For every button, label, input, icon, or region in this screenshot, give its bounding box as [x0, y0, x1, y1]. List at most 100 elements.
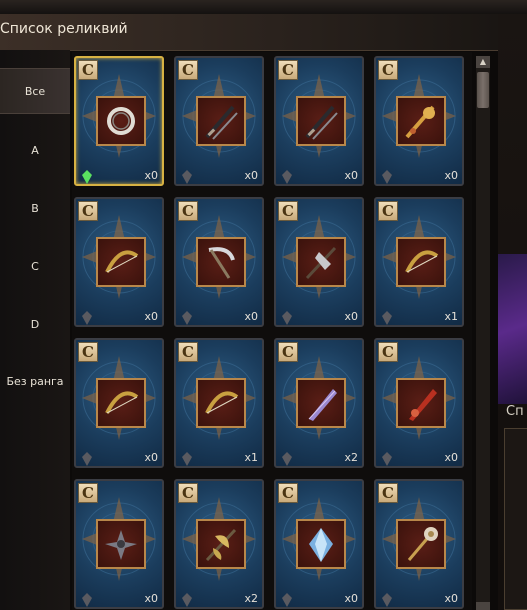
gem-icon [82, 452, 92, 466]
gem-icon [82, 593, 92, 607]
gem-icon [282, 311, 292, 325]
relic-frame [396, 378, 446, 428]
relic-card[interactable]: Cx0 [374, 338, 464, 468]
relic-count: x2 [244, 592, 258, 605]
staff-icon [407, 527, 438, 561]
bow-icon [105, 250, 139, 273]
shuriken-icon [105, 530, 137, 560]
ornate-sword-icon [405, 105, 435, 139]
relic-count: x0 [344, 169, 358, 182]
gem-icon [182, 452, 192, 466]
dual-daggers-icon [305, 105, 338, 140]
relic-count: x0 [444, 169, 458, 182]
relic-count: x0 [144, 310, 158, 323]
relic-frame [296, 519, 346, 569]
gem-icon [182, 170, 192, 184]
grade-badge: C [378, 60, 398, 80]
grade-badge: C [278, 201, 298, 221]
filter-grade-d[interactable]: D [0, 302, 70, 346]
filter-grade-c[interactable]: C [0, 244, 70, 288]
relic-grid: Cx0 Cx0 Cx0 Cx0 Cx0 Cx0 Cx0 Cx1 Cx0 Cx1 Cx2 Cx0 Cx0 C… [72, 52, 472, 610]
relic-card[interactable]: Cx0 [74, 338, 164, 468]
grade-filter-sidebar: Все A B C D Без ранга [0, 50, 70, 610]
relic-frame [396, 237, 446, 287]
gem-icon [382, 452, 392, 466]
relic-count: x0 [144, 169, 158, 182]
gem-icon [82, 311, 92, 325]
relic-card[interactable]: Cx0 [274, 197, 364, 327]
gem-icon [182, 311, 192, 325]
relic-card[interactable]: Cx1 [374, 197, 464, 327]
grade-badge: C [178, 483, 198, 503]
relic-count: x0 [144, 451, 158, 464]
bow-icon [205, 391, 239, 414]
relic-frame [96, 96, 146, 146]
scroll-thumb[interactable] [477, 72, 489, 108]
relic-card[interactable]: Cx0 [274, 56, 364, 186]
relic-card[interactable]: Cx0 [174, 56, 264, 186]
relic-frame [296, 237, 346, 287]
window-title: Список реликвий [0, 21, 128, 37]
window-header: Список реликвий [0, 14, 498, 51]
filter-grade-b[interactable]: B [0, 186, 70, 230]
bow-icon [405, 250, 439, 273]
relic-count: x1 [444, 310, 458, 323]
relic-frame [396, 96, 446, 146]
grade-badge: C [378, 201, 398, 221]
relic-card[interactable]: Cx0 [374, 56, 464, 186]
relic-frame [96, 519, 146, 569]
relic-frame [196, 237, 246, 287]
scroll-up-icon[interactable]: ▲ [476, 56, 490, 68]
red-sword-icon [409, 389, 437, 421]
gem-icon [282, 593, 292, 607]
relic-count: x0 [144, 592, 158, 605]
grade-badge: C [78, 483, 98, 503]
gem-icon [282, 170, 292, 184]
relic-card[interactable]: Cx0 [274, 479, 364, 609]
detail-box [504, 428, 527, 610]
relic-card[interactable]: Cx0 [74, 479, 164, 609]
relic-count: x1 [244, 451, 258, 464]
bow-icon [105, 391, 139, 414]
relic-count: x0 [244, 310, 258, 323]
scroll-down-icon[interactable] [476, 602, 490, 610]
filter-all[interactable]: Все [0, 68, 70, 114]
relic-count: x2 [344, 451, 358, 464]
relic-frame [196, 96, 246, 146]
grade-badge: C [278, 60, 298, 80]
relic-count: x0 [444, 592, 458, 605]
relic-artwork [498, 254, 527, 404]
relic-card[interactable]: Cx2 [174, 479, 264, 609]
ring-icon [107, 107, 135, 135]
relic-frame [96, 237, 146, 287]
axe-icon [305, 246, 337, 280]
relic-frame [396, 519, 446, 569]
relic-card[interactable]: Cx2 [274, 338, 364, 468]
filter-grade-a[interactable]: A [0, 128, 70, 172]
grade-badge: C [178, 60, 198, 80]
grade-badge: C [178, 342, 198, 362]
grade-badge: C [378, 483, 398, 503]
relic-frame [96, 378, 146, 428]
dual-daggers-icon [205, 105, 238, 140]
grade-badge: C [378, 342, 398, 362]
grade-badge: C [78, 201, 98, 221]
scrollbar[interactable]: ▲ [476, 56, 490, 610]
relic-card[interactable]: Cx1 [174, 338, 264, 468]
double-axe-icon [205, 528, 237, 562]
gem-icon [382, 311, 392, 325]
relic-frame [296, 96, 346, 146]
relic-card[interactable]: Cx0 [74, 56, 164, 186]
relic-card[interactable]: Cx0 [174, 197, 264, 327]
crystal-icon [309, 528, 333, 562]
gem-icon [282, 452, 292, 466]
relic-card[interactable]: Cx0 [74, 197, 164, 327]
grade-badge: C [78, 60, 98, 80]
detail-title: Сп [506, 404, 524, 419]
scythe-icon [208, 247, 235, 279]
grade-badge: C [278, 342, 298, 362]
top-strip [0, 0, 527, 15]
filter-no-grade[interactable]: Без ранга [0, 359, 70, 403]
relic-card[interactable]: Cx0 [374, 479, 464, 609]
gem-icon [182, 593, 192, 607]
